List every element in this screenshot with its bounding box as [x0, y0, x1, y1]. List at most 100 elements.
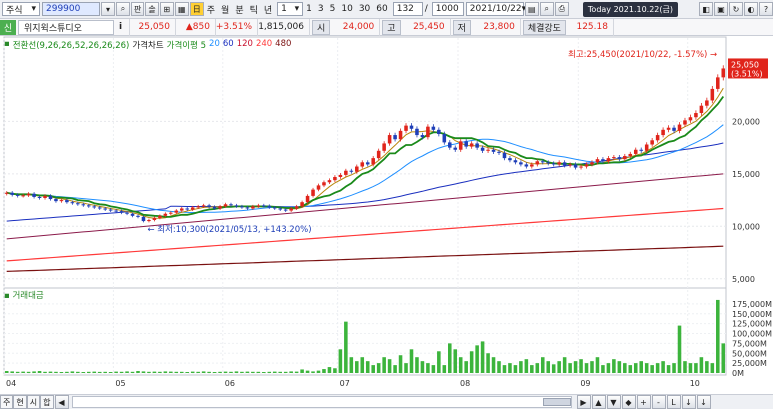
period-minute[interactable]: 분: [232, 3, 246, 16]
download-button[interactable]: ↓: [681, 395, 696, 409]
candle-body: [349, 170, 354, 172]
volume-axis-label: 150,000M: [732, 310, 772, 319]
plus-icon: +: [640, 397, 647, 407]
legend-bullet: ▪: [4, 39, 10, 49]
minute-option[interactable]: 10: [338, 4, 355, 14]
volume-bar: [201, 371, 206, 373]
period-tick[interactable]: 틱: [247, 3, 261, 16]
zoom-button[interactable]: ⌕: [539, 2, 554, 16]
export-button[interactable]: ↓: [696, 395, 711, 409]
nav-down-button[interactable]: ▼: [606, 395, 621, 409]
tab-time[interactable]: 시: [26, 395, 41, 409]
sol-button[interactable]: 솔: [145, 2, 159, 16]
link-button[interactable]: ⊞: [159, 2, 174, 16]
help-button[interactable]: ?: [759, 2, 773, 16]
nav-up-button[interactable]: ▲: [591, 395, 606, 409]
volume-bar: [721, 343, 726, 373]
candle-body: [245, 207, 250, 209]
volume-bar: [661, 361, 665, 373]
legend-item-7[interactable]: 480: [275, 39, 291, 51]
volume-bar: [344, 321, 348, 373]
candle-body: [278, 208, 282, 210]
interval-select[interactable]: 1 ▾: [277, 2, 304, 16]
minute-option[interactable]: 1: [303, 4, 315, 14]
candle-body: [179, 208, 184, 211]
candle-body: [141, 216, 146, 222]
horizontal-scrollbar[interactable]: [71, 396, 572, 408]
pan-button[interactable]: 판: [131, 2, 145, 16]
volume-bar: [218, 371, 222, 373]
candle-body: [322, 182, 326, 186]
color-button[interactable]: ◐: [744, 2, 758, 16]
candle-body: [240, 206, 244, 208]
candle-body: [458, 141, 463, 150]
candle-body: [311, 189, 315, 196]
minute-option[interactable]: 5: [327, 4, 339, 14]
volume-bar: [677, 325, 682, 373]
candle-body: [360, 162, 365, 167]
legend-item-3[interactable]: 20: [209, 39, 220, 51]
stock-code-input[interactable]: 299900: [42, 2, 100, 16]
date-select[interactable]: 2021/10/22▾: [465, 2, 526, 16]
candle-body: [694, 113, 698, 118]
period-week[interactable]: 주: [204, 3, 218, 16]
stock-name[interactable]: 위지윅스튜디오: [18, 19, 114, 35]
price-volume-chart[interactable]: 20,00015,00010,0005,000175,000M150,000M1…: [0, 36, 773, 394]
price-axis-label: 20,000: [732, 117, 760, 126]
grid-button[interactable]: ▦: [174, 2, 189, 16]
print-button[interactable]: ⎙: [554, 2, 569, 16]
volume-bar: [382, 357, 386, 373]
scrollbar-thumb[interactable]: [542, 398, 571, 406]
legend-item-5[interactable]: 120: [237, 39, 253, 51]
count-input[interactable]: 132: [392, 2, 423, 16]
layout-button[interactable]: ▣: [714, 2, 728, 16]
max-count-input[interactable]: 1000: [431, 2, 464, 16]
nav-right-button[interactable]: ▶: [576, 395, 591, 409]
zoom-out-button[interactable]: -: [651, 395, 666, 409]
low-label: 저: [452, 19, 471, 35]
minute-option[interactable]: 3: [315, 4, 327, 14]
legend-item-1[interactable]: 가격차트: [132, 39, 163, 51]
code-dropdown-button[interactable]: ▾: [101, 2, 115, 16]
volume-bar: [360, 357, 365, 373]
candle-body: [169, 212, 173, 214]
tab-week[interactable]: 주: [0, 395, 14, 409]
market-select[interactable]: 주식 ▾: [2, 2, 40, 16]
current-price-pct: (3.51%): [731, 69, 763, 78]
chart-area[interactable]: 20,000 15,000 10,000 5,000 175,000M 150,000M 1…: [0, 36, 773, 394]
scroll-left-button[interactable]: ◀: [54, 395, 69, 409]
candle-body: [21, 195, 25, 197]
legend-item-0[interactable]: 전환선(9,26,26,52,26,26,26): [13, 39, 130, 51]
pin-button[interactable]: ◧: [699, 2, 713, 16]
legend-item-4[interactable]: 60: [223, 39, 234, 51]
latest-button[interactable]: L: [666, 395, 681, 409]
chart-settings-button[interactable]: ▤: [524, 2, 539, 16]
today-date: Today 2021.10.22(금): [582, 2, 678, 17]
zoom-in-button[interactable]: +: [636, 395, 651, 409]
candle-body: [666, 127, 671, 130]
refresh-button[interactable]: ↻: [729, 2, 743, 16]
minute-option[interactable]: 30: [356, 4, 373, 14]
minute-option[interactable]: 60: [373, 4, 390, 14]
info-icon: i: [119, 22, 123, 32]
candle-body: [218, 206, 222, 209]
tab-current[interactable]: 현: [13, 395, 27, 409]
legend-item-2[interactable]: 가격이평 5: [167, 39, 206, 51]
volume-bar: [404, 363, 408, 373]
legend-item-6[interactable]: 240: [256, 39, 272, 51]
volume-bar: [415, 357, 419, 373]
candle-body: [26, 193, 31, 196]
period-year[interactable]: 년: [261, 3, 275, 16]
nav-diamond-button[interactable]: ◆: [621, 395, 636, 409]
arrow-up-icon: ▲: [595, 397, 602, 407]
high-annotation: 최고:25,450(2021/10/22, -1.57%) →: [568, 49, 717, 60]
candle-body: [398, 130, 403, 140]
volume-bar: [59, 372, 64, 373]
day-period-button[interactable]: 日: [189, 2, 204, 16]
zoom-icon: ⌕: [544, 4, 549, 13]
search-button[interactable]: ⌕: [116, 2, 130, 16]
period-month[interactable]: 월: [218, 3, 232, 16]
info-button[interactable]: i: [114, 18, 130, 36]
candle-body: [387, 135, 392, 144]
tab-sum[interactable]: 합: [40, 395, 54, 409]
